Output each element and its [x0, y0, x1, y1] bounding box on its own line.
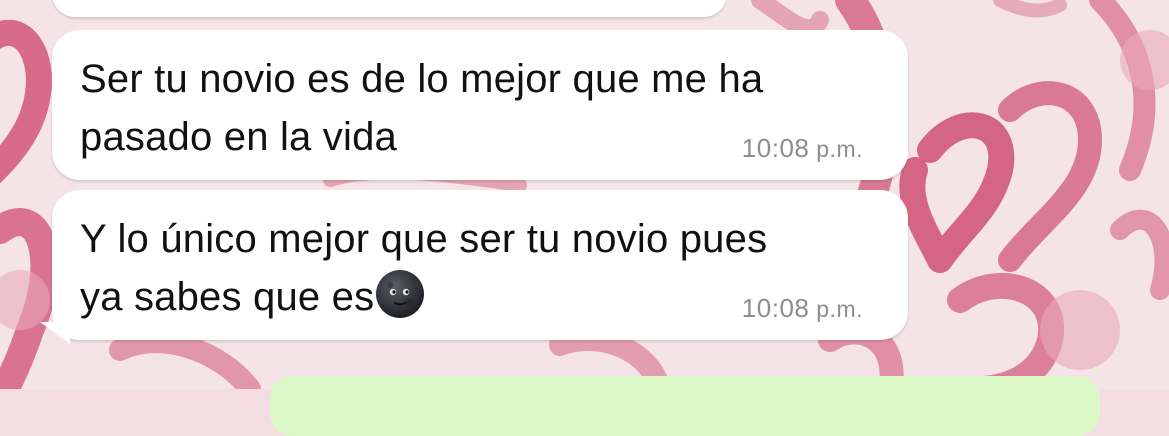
bubble-tail [40, 322, 70, 344]
message-timestamp: 10:08 p.m. [742, 293, 863, 324]
message-bubble[interactable]: Ser tu novio es de lo mejor que me ha pa… [52, 30, 908, 180]
previous-message-bubble[interactable] [52, 0, 727, 17]
new-moon-face-icon [376, 270, 425, 318]
timestamp-time: 10:08 [741, 293, 810, 323]
outgoing-message-bubble[interactable] [270, 376, 1100, 436]
timestamp-time: 10:08 [741, 133, 810, 163]
message-bubble[interactable]: Y lo único mejor que ser tu novio pues y… [52, 190, 908, 340]
timestamp-ampm: p.m. [816, 136, 863, 162]
timestamp-ampm: p.m. [816, 296, 863, 322]
message-timestamp: 10:08 p.m. [742, 133, 863, 164]
